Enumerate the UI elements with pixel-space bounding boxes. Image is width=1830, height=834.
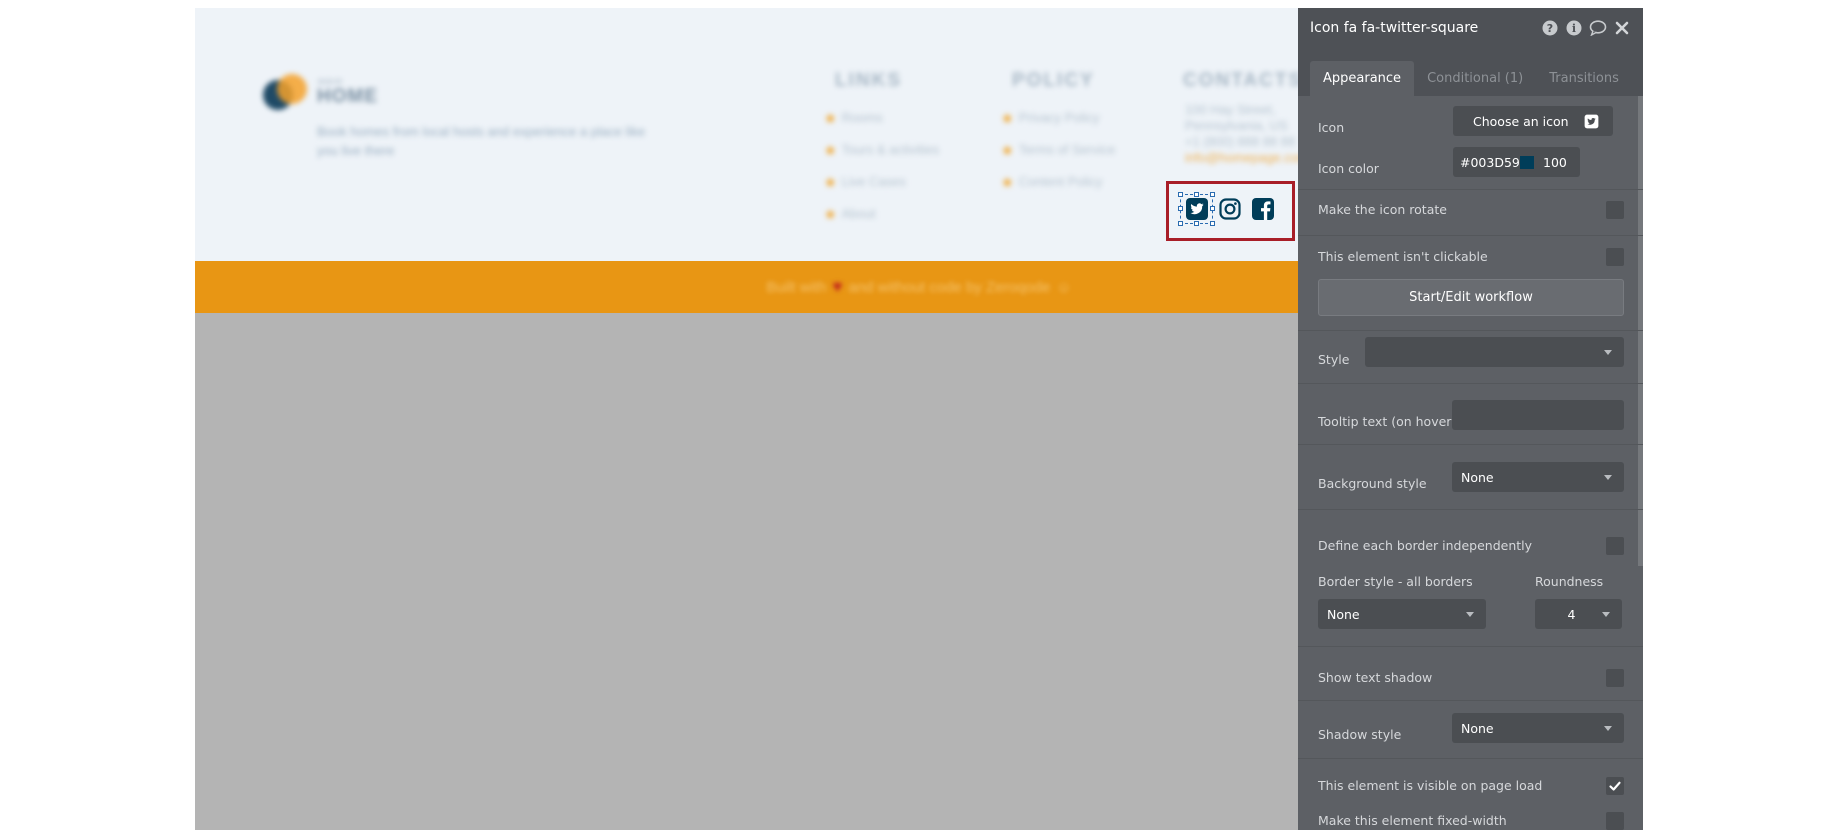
contacts-info: 100 Hay Street, Pennsylvania, US +1 (800… — [1185, 102, 1309, 165]
chevron-down-icon — [1602, 612, 1610, 617]
panel-scrollbar[interactable] — [1638, 96, 1643, 566]
divider — [1298, 758, 1643, 759]
rotate-label: Make the icon rotate — [1318, 202, 1447, 217]
checkmark-icon — [1609, 781, 1621, 791]
chevron-down-icon — [1604, 475, 1612, 480]
divider — [1298, 700, 1643, 701]
text-shadow-checkbox[interactable] — [1606, 669, 1624, 687]
style-dropdown[interactable] — [1365, 337, 1624, 367]
border-style-dropdown[interactable]: None — [1318, 599, 1486, 629]
star-icon: ★ — [824, 174, 837, 190]
logo-icon — [263, 74, 307, 110]
icon-color-picker[interactable]: #003D59 100 — [1453, 147, 1580, 177]
header-icons: ? i — [1541, 19, 1631, 37]
contacts-heading: CONTACTS — [1183, 70, 1304, 91]
list-item[interactable]: ★ About — [824, 198, 939, 230]
star-icon: ★ — [824, 206, 837, 222]
policy-heading: POLICY — [1012, 70, 1095, 91]
border-independent-label: Define each border independently — [1318, 538, 1533, 553]
list-item[interactable]: ★ Tours & activities — [824, 134, 939, 166]
background-style-dropdown[interactable]: None — [1452, 462, 1624, 492]
text-shadow-label: Show text shadow — [1318, 670, 1433, 685]
facebook-square-icon[interactable] — [1251, 197, 1275, 221]
editor-header[interactable]: Icon fa fa-twitter-square ? i — [1298, 8, 1643, 48]
star-icon: ★ — [824, 110, 837, 126]
bubble-editor-stage: wave HOME Book homes from local hosts an… — [0, 0, 1830, 834]
editor-title: Icon fa fa-twitter-square — [1310, 20, 1479, 36]
rotate-checkbox[interactable] — [1606, 201, 1624, 219]
tab-appearance[interactable]: Appearance — [1310, 61, 1415, 96]
editor-tabs: Appearance Conditional (1) Transitions — [1298, 48, 1643, 96]
icon-label: Icon — [1318, 120, 1345, 135]
divider — [1298, 444, 1643, 445]
color-swatch[interactable] — [1520, 156, 1534, 169]
links-heading: LINKS — [835, 70, 902, 91]
fixed-width-checkbox[interactable] — [1606, 812, 1624, 830]
roundness-label: Roundness — [1535, 574, 1604, 589]
svg-text:?: ? — [1547, 22, 1553, 35]
icon-color-hex: #003D59 — [1460, 154, 1520, 170]
star-icon: ★ — [1001, 142, 1014, 158]
not-clickable-label: This element isn't clickable — [1318, 249, 1488, 264]
svg-text:i: i — [1572, 22, 1576, 35]
star-icon: ★ — [1001, 110, 1014, 126]
background-style-label: Background style — [1318, 476, 1427, 491]
list-item[interactable]: ★ Live Cases — [824, 166, 939, 198]
logo-small-text: wave — [318, 76, 344, 86]
twitter-square-icon[interactable] — [1185, 197, 1209, 221]
property-editor-panel[interactable]: Icon fa fa-twitter-square ? i Appearance… — [1298, 8, 1643, 830]
star-icon: ★ — [1001, 174, 1014, 190]
info-icon[interactable]: i — [1565, 19, 1583, 37]
fixed-width-label: Make this element fixed-width — [1318, 813, 1507, 828]
tab-conditional[interactable]: Conditional (1) — [1414, 61, 1536, 96]
divider — [1298, 646, 1643, 647]
divider — [1298, 330, 1643, 331]
choose-icon-label: Choose an icon — [1473, 113, 1569, 129]
chevron-down-icon — [1466, 612, 1474, 617]
logo-text: HOME — [317, 86, 378, 107]
close-icon[interactable] — [1613, 19, 1631, 37]
smile-icon: ☺ — [1056, 278, 1072, 296]
icon-color-opacity[interactable]: 100 — [1543, 155, 1567, 170]
start-edit-workflow-button[interactable]: Start/Edit workflow — [1318, 279, 1624, 316]
divider — [1298, 235, 1643, 236]
icon-color-label: Icon color — [1318, 161, 1379, 176]
not-clickable-checkbox[interactable] — [1606, 248, 1624, 266]
tooltip-label: Tooltip text (on hover) — [1318, 414, 1457, 429]
policy-list: ★ Privacy Policy ★ Terms of Service ★ Conte… — [1001, 102, 1115, 198]
instagram-icon[interactable] — [1218, 197, 1242, 221]
shadow-style-label: Shadow style — [1318, 727, 1402, 742]
twitter-square-icon — [1584, 114, 1599, 129]
visible-on-load-label: This element is visible on page load — [1318, 778, 1543, 793]
list-item[interactable]: ★ Content Policy — [1001, 166, 1115, 198]
tab-transitions[interactable]: Transitions — [1536, 61, 1632, 96]
chevron-down-icon — [1604, 350, 1612, 355]
chevron-down-icon — [1604, 726, 1612, 731]
list-item[interactable]: ★ Terms of Service — [1001, 134, 1115, 166]
roundness-input[interactable]: 4 — [1535, 599, 1622, 629]
visible-on-load-checkbox[interactable] — [1606, 777, 1624, 795]
tooltip-input[interactable] — [1452, 400, 1624, 430]
divider — [1298, 383, 1643, 384]
help-icon[interactable]: ? — [1541, 19, 1559, 37]
shadow-style-dropdown[interactable]: None — [1452, 713, 1624, 743]
comment-icon[interactable] — [1589, 19, 1607, 37]
heart-icon: ♥ — [832, 277, 843, 296]
border-style-label: Border style - all borders — [1318, 574, 1473, 589]
list-item[interactable]: ★ Privacy Policy — [1001, 102, 1115, 134]
divider — [1298, 189, 1643, 190]
star-icon: ★ — [824, 142, 837, 158]
divider — [1298, 509, 1643, 510]
style-label: Style — [1318, 352, 1350, 367]
footer-tagline: Book homes from local hosts and experien… — [317, 124, 646, 158]
list-item[interactable]: ★ Rooms — [824, 102, 939, 134]
links-list: ★ Rooms ★ Tours & activities ★ Live Cases ★… — [824, 102, 939, 230]
choose-icon-button[interactable]: Choose an icon — [1453, 106, 1613, 136]
border-independent-checkbox[interactable] — [1606, 537, 1624, 555]
